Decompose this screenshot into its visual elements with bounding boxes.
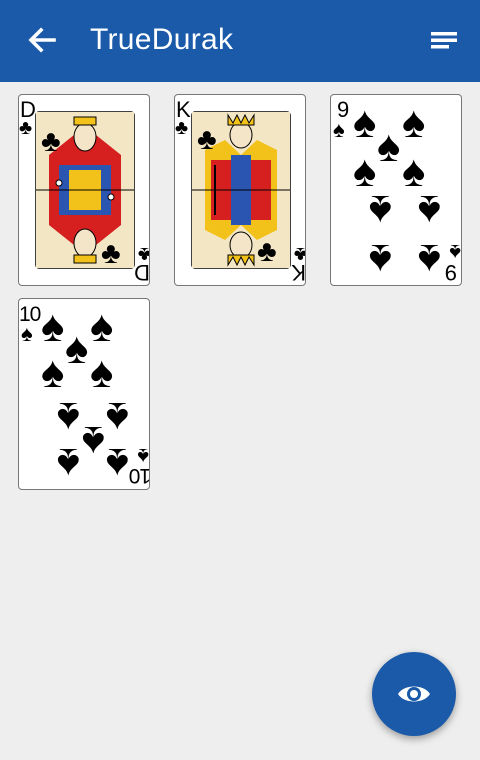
card-king-of-clubs[interactable]: K ♣ K ♣ ♣ ♣ [174, 94, 306, 286]
app-bar: TrueDurak [0, 0, 480, 82]
back-button[interactable] [22, 20, 62, 60]
card-suit-index-inverted: ♠ [449, 240, 461, 265]
spade-pip: ♠ [418, 186, 441, 235]
spade-pip: ♠ [57, 439, 80, 488]
sort-lines-icon [431, 32, 457, 49]
spade-pip: ♠ [418, 235, 441, 284]
spade-pip: ♠ [106, 439, 129, 488]
card-face: 9 ♠ 9 ♠ ♠ ♠ ♠ ♠ ♠ ♠ ♠ ♠ ♠ [333, 97, 461, 285]
spade-pip: ♠ [369, 235, 392, 284]
spade-pip: ♠ [353, 98, 376, 147]
spade-pip: ♠ [90, 302, 113, 351]
spade-pip: ♠ [377, 122, 400, 171]
spade-pip: ♠ [65, 324, 88, 373]
spade-pip: ♠ [41, 302, 64, 351]
card-face: D ♣ D ♣ ♣ ♣ [19, 97, 150, 285]
clubs-pip: ♣ [101, 237, 121, 270]
clubs-pip: ♣ [197, 123, 217, 156]
spade-pip: ♠ [402, 98, 425, 147]
app-title: TrueDurak [90, 23, 234, 56]
spade-pip: ♠ [90, 348, 113, 397]
spade-pip: ♠ [41, 348, 64, 397]
spade-pip: ♠ [106, 393, 129, 442]
card-face: 10 ♠ 10 ♠ ♠ ♠ ♠ ♠ ♠ ♠ ♠ ♠ ♠ ♠ [19, 302, 149, 488]
card-suit-index: ♣ [19, 117, 32, 139]
pips: ♠ ♠ ♠ ♠ ♠ ♠ ♠ ♠ ♠ [353, 98, 441, 284]
card-suit-index-inverted: ♣ [294, 243, 306, 265]
reveal-cards-button[interactable] [372, 652, 456, 736]
card-nine-of-spades[interactable]: 9 ♠ 9 ♠ ♠ ♠ ♠ ♠ ♠ ♠ ♠ ♠ ♠ [330, 94, 462, 286]
card-suit-index: ♠ [333, 117, 345, 142]
clubs-pip: ♣ [257, 235, 277, 268]
card-queen-of-clubs[interactable]: D ♣ D ♣ ♣ ♣ [18, 94, 150, 286]
card-suit-index: ♣ [175, 117, 188, 139]
card-face: K ♣ K ♣ ♣ ♣ [175, 97, 306, 285]
card-ten-of-spades[interactable]: 10 ♠ 10 ♠ ♠ ♠ ♠ ♠ ♠ ♠ ♠ ♠ ♠ ♠ [18, 298, 150, 490]
clubs-pip: ♣ [41, 125, 61, 158]
card-suit-index-inverted: ♠ [137, 444, 149, 469]
spade-pip: ♠ [57, 393, 80, 442]
card-suit-index: ♠ [21, 321, 33, 346]
menu-button[interactable] [424, 22, 464, 58]
pips: ♠ ♠ ♠ ♠ ♠ ♠ ♠ ♠ ♠ ♠ [41, 302, 129, 488]
arrow-left-icon [28, 27, 56, 53]
eye-icon [398, 686, 430, 702]
spade-pip: ♠ [82, 417, 105, 466]
card-suit-index-inverted: ♣ [138, 243, 150, 265]
spade-pip: ♠ [369, 186, 392, 235]
